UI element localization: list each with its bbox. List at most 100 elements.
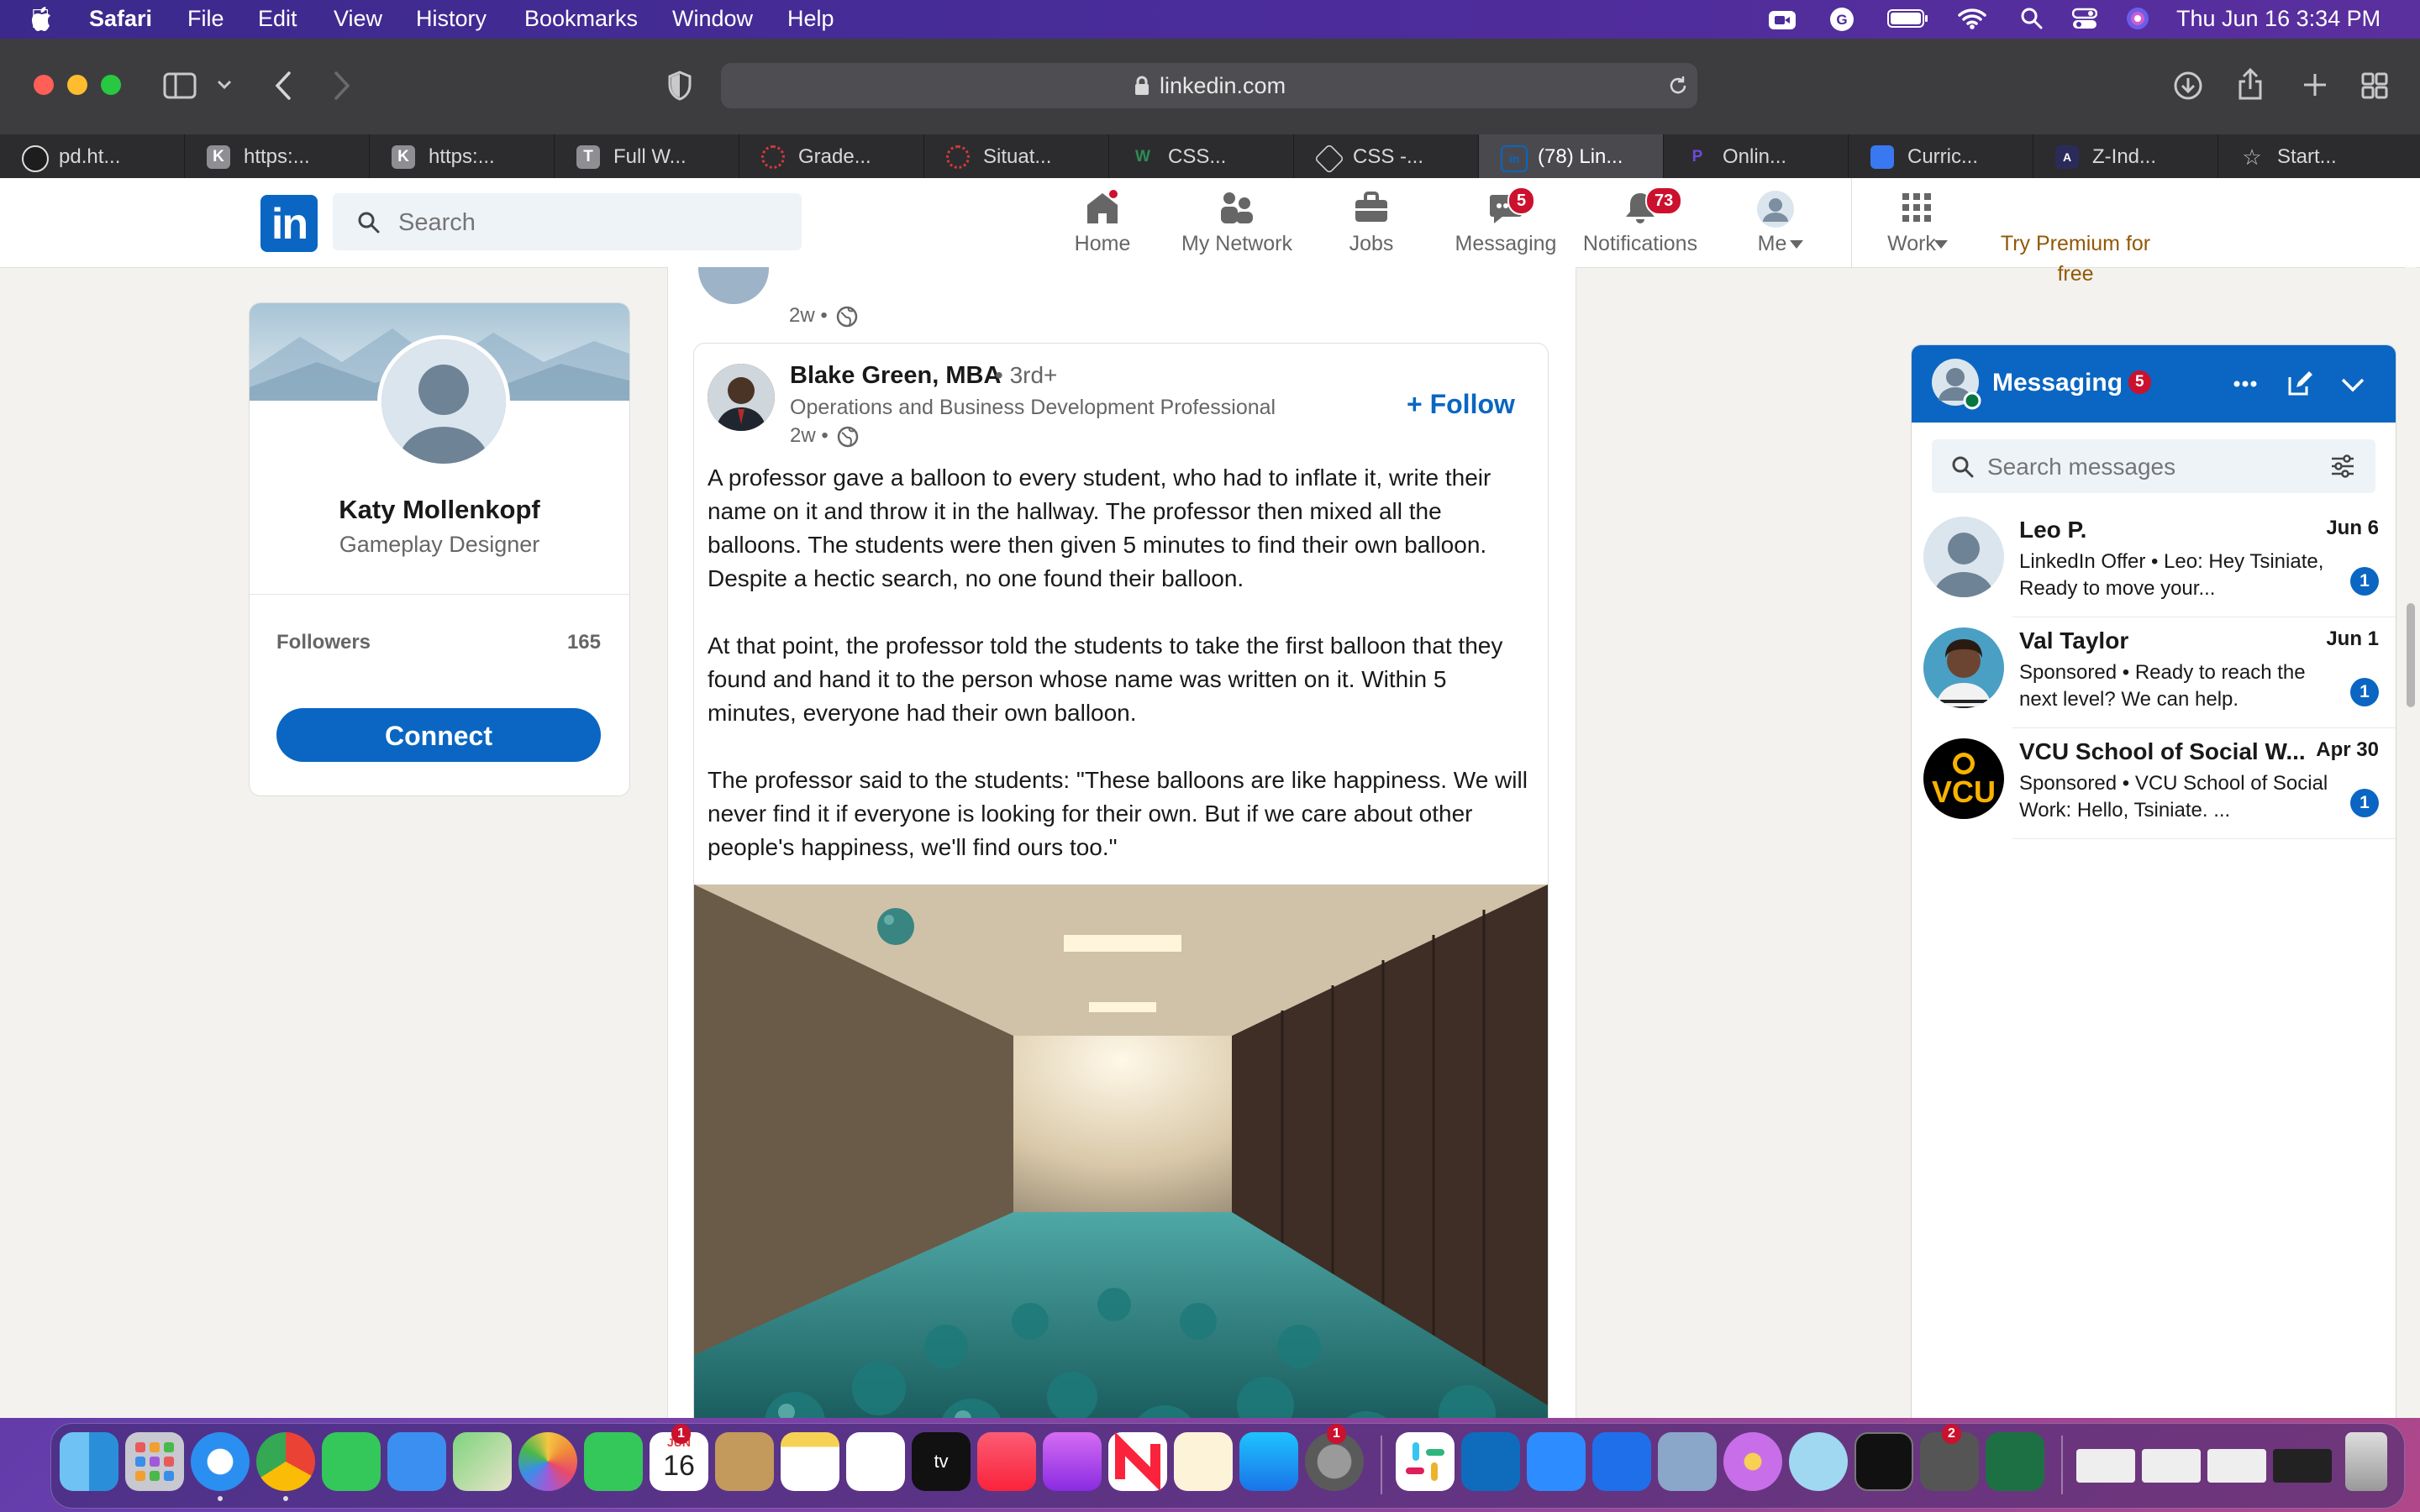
sidebar-toggle-icon[interactable] [163, 72, 197, 99]
search-messages-input[interactable] [1986, 439, 2317, 495]
reload-icon[interactable] [1667, 75, 1689, 97]
preview-icon[interactable] [1658, 1432, 1717, 1491]
collapse-chevron-icon[interactable] [2340, 377, 2365, 392]
minimize-window-button[interactable] [67, 75, 87, 95]
mail-icon[interactable] [387, 1432, 446, 1491]
tab-situat[interactable]: Situat... [924, 134, 1109, 178]
menu-file[interactable]: File [187, 6, 224, 32]
post-image[interactable] [694, 885, 1548, 1418]
photos-icon[interactable] [518, 1432, 577, 1491]
quicktime-icon[interactable] [1789, 1432, 1848, 1491]
music-icon[interactable] [977, 1432, 1036, 1491]
nav-me[interactable]: Me [1738, 178, 1813, 267]
messaging-header[interactable]: Messaging 5 [1912, 345, 2396, 423]
nav-notifications[interactable]: 73 Notifications [1576, 178, 1704, 267]
tab-start[interactable]: ☆ Start... [2218, 134, 2420, 178]
messages-icon[interactable] [322, 1432, 381, 1491]
menu-window[interactable]: Window [672, 6, 753, 32]
profile-avatar[interactable] [377, 335, 510, 468]
flower-app-icon[interactable] [1723, 1432, 1782, 1491]
search-input[interactable] [397, 193, 786, 252]
nav-jobs[interactable]: Jobs [1329, 178, 1413, 267]
filter-icon[interactable] [2330, 454, 2355, 478]
menu-edit[interactable]: Edit [258, 6, 297, 32]
tab-grade[interactable]: Grade... [739, 134, 924, 178]
conversation-item[interactable]: VCU VCU School of Social W... Apr 30 Spo… [1912, 728, 2396, 839]
profile-name[interactable]: Katy Mollenkopf [250, 495, 629, 525]
scrollbar-thumb[interactable] [2407, 603, 2415, 707]
menu-history[interactable]: History [416, 6, 487, 32]
control-center-icon[interactable] [2072, 7, 2097, 30]
camera-status-icon[interactable] [1768, 7, 1797, 32]
chrome-icon[interactable] [256, 1432, 315, 1491]
share-icon[interactable] [2237, 67, 2264, 101]
nav-my-network[interactable]: My Network [1170, 178, 1304, 267]
app-store-icon[interactable] [1239, 1432, 1298, 1491]
nav-home[interactable]: Home [1060, 178, 1144, 267]
tab-https-1[interactable]: Khttps:... [185, 134, 370, 178]
compose-message-icon[interactable] [2286, 370, 2313, 397]
followers-label[interactable]: Followers [276, 631, 371, 654]
safari-icon[interactable] [191, 1432, 250, 1491]
message-search[interactable] [1932, 439, 2375, 495]
tab-full-w[interactable]: T Full W... [555, 134, 739, 178]
tab-css-w3[interactable]: W CSS... [1109, 134, 1294, 178]
downloads-icon[interactable] [2173, 71, 2203, 101]
tab-curric[interactable]: Curric... [1849, 134, 2033, 178]
app-name-menu[interactable]: Safari [89, 6, 152, 32]
pages-icon[interactable] [1174, 1432, 1233, 1491]
back-arrow-icon[interactable] [274, 71, 292, 101]
apple-logo-icon[interactable] [30, 7, 52, 32]
minimized-window-thumbnail[interactable] [2207, 1449, 2266, 1483]
scrollbar-track[interactable] [2405, 267, 2417, 1418]
slack-icon[interactable] [1396, 1432, 1455, 1491]
author-avatar[interactable] [708, 364, 775, 431]
vscode-icon[interactable] [1592, 1432, 1651, 1491]
post-author-name[interactable]: Blake Green, MBA [790, 362, 1001, 390]
reminders-icon[interactable] [846, 1432, 905, 1491]
conversation-item[interactable]: Leo P. Jun 6 LinkedIn Offer • Leo: Hey T… [1912, 507, 2396, 617]
follow-button[interactable]: + Follow [1407, 389, 1515, 420]
news-icon[interactable] [1108, 1431, 1167, 1492]
tab-css-dash[interactable]: CSS -... [1294, 134, 1479, 178]
menu-bookmarks[interactable]: Bookmarks [524, 6, 638, 32]
try-premium-link[interactable]: Try Premium for free [1991, 228, 2160, 289]
podcasts-icon[interactable] [1043, 1432, 1102, 1491]
trash-icon[interactable] [2345, 1432, 2387, 1491]
linkedin-logo[interactable]: in [260, 195, 318, 252]
facetime-icon[interactable] [584, 1432, 643, 1491]
contacts-icon[interactable] [715, 1432, 774, 1491]
close-window-button[interactable] [34, 75, 54, 95]
tab-overview-icon[interactable] [2361, 72, 2388, 99]
address-bar[interactable]: linkedin.com [721, 63, 1697, 108]
excel-icon[interactable] [1986, 1432, 2044, 1491]
outlook-icon[interactable] [1461, 1432, 1520, 1491]
menubar-clock[interactable]: Thu Jun 16 3:34 PM [2176, 6, 2381, 32]
terminal-icon[interactable] [1854, 1432, 1913, 1491]
connect-button[interactable]: Connect [276, 708, 601, 762]
minimized-window-thumbnail[interactable] [2273, 1449, 2332, 1483]
tab-linkedin[interactable]: in (78) Lin... [1479, 134, 1664, 178]
menu-help[interactable]: Help [787, 6, 834, 32]
nav-messaging[interactable]: 5 Messaging [1449, 178, 1563, 267]
privacy-shield-icon[interactable] [667, 71, 692, 101]
linkedin-search[interactable] [333, 193, 802, 252]
conversation-item[interactable]: Val Taylor Jun 1 Sponsored • Ready to re… [1912, 617, 2396, 728]
battery-icon[interactable] [1887, 7, 1929, 30]
tab-onlin[interactable]: P Onlin... [1664, 134, 1849, 178]
finder-icon[interactable] [60, 1432, 118, 1491]
zoom-window-button[interactable] [101, 75, 121, 95]
tab-https-2[interactable]: Khttps:... [370, 134, 555, 178]
more-options-icon[interactable] [2233, 375, 2258, 392]
notes-icon[interactable] [781, 1432, 839, 1491]
spotlight-search-icon[interactable] [2020, 7, 2044, 30]
minimized-window-thumbnail[interactable] [2142, 1449, 2201, 1483]
tab-z-index[interactable]: A Z-Ind... [2033, 134, 2218, 178]
tab-pd[interactable]: pd.ht... [0, 134, 185, 178]
menu-view[interactable]: View [334, 6, 382, 32]
siri-icon[interactable] [2126, 7, 2149, 30]
nav-work[interactable]: Work [1870, 178, 1963, 267]
forward-arrow-icon[interactable] [333, 71, 351, 101]
wifi-icon[interactable] [1958, 7, 1986, 30]
previous-post-avatar[interactable] [698, 267, 769, 304]
